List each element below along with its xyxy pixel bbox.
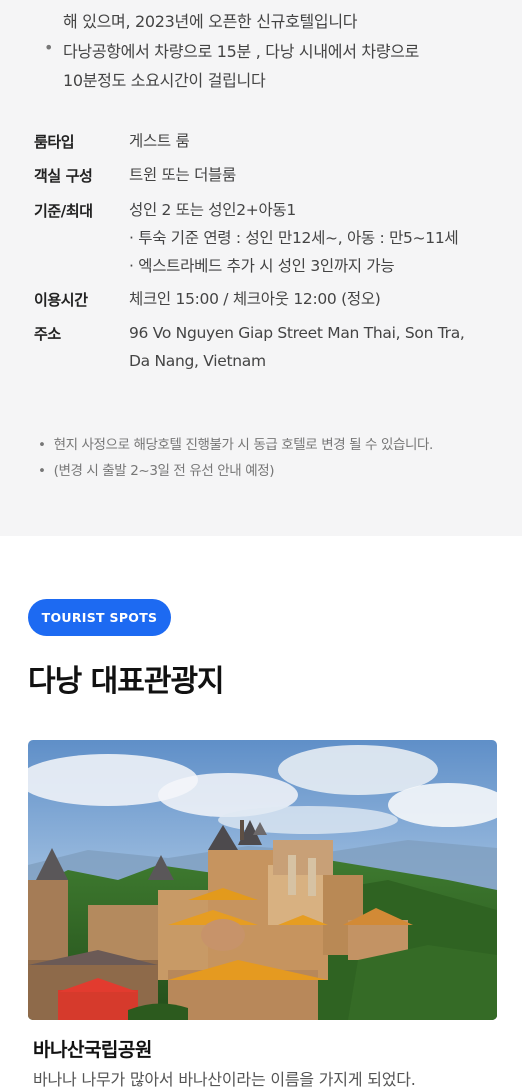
- bullet-icon: •: [38, 437, 46, 453]
- ba-na-hills-photo: [28, 740, 497, 1020]
- hotel-location-line: 다낭공항에서 차량으로 15분 , 다낭 시내에서 차량으로: [63, 42, 420, 61]
- hotel-location-line-2: 10분정도 소요시간이 걸립니다: [63, 71, 266, 90]
- spec-label: 룸타입: [34, 133, 75, 151]
- spec-value: 트윈 또는 더블룸: [129, 166, 236, 184]
- tourist-spots-badge: TOURIST SPOTS: [28, 599, 171, 636]
- hotel-info-section: 해 있으며, 2023년에 오픈한 신규호텔입니다 • 다낭공항에서 차량으로 …: [0, 0, 522, 536]
- address-line: 96 Vo Nguyen Giap Street Man Thai, Son T…: [129, 324, 465, 342]
- note-text: 현지 사정으로 해당호텔 진행불가 시 동급 호텔로 변경 될 수 있습니다.: [53, 437, 434, 453]
- section-title: 다낭 대표관광지: [28, 664, 225, 699]
- note-notice-timing: • (변경 시 출발 2~3일 전 유선 안내 예정): [38, 459, 275, 479]
- bullet-icon: •: [44, 38, 54, 57]
- spec-label: 객실 구성: [34, 167, 93, 185]
- spec-label: 주소: [34, 325, 61, 343]
- hotel-intro-line: 해 있으며, 2023년에 오픈한 신규호텔입니다: [63, 12, 358, 31]
- bullet-icon: •: [38, 463, 46, 479]
- note-text: (변경 시 출발 2~3일 전 유선 안내 예정): [53, 463, 275, 479]
- spec-age-note: · 투숙 기준 연령 : 성인 만12세~, 아동 : 만5~11세: [129, 229, 459, 247]
- spec-value: 체크인 15:00 / 체크아웃 12:00 (정오): [129, 290, 381, 308]
- spec-extrabed-note: · 엑스트라베드 추가 시 성인 3인까지 가능: [129, 257, 395, 275]
- spot-name: 바나산국립공원: [33, 1039, 152, 1061]
- note-hotel-change: • 현지 사정으로 해당호텔 진행불가 시 동급 호텔로 변경 될 수 있습니다.: [38, 433, 433, 453]
- spec-value: 성인 2 또는 성인2+아동1: [129, 201, 296, 219]
- spec-value: 게스트 룸: [129, 132, 190, 150]
- spec-label: 기준/최대: [34, 202, 93, 220]
- address-line-2: Da Nang, Vietnam: [129, 352, 266, 370]
- spot-description: 바나나 나무가 많아서 바나산이라는 이름을 가지게 되었다.: [33, 1070, 416, 1089]
- spec-label: 이용시간: [34, 291, 88, 309]
